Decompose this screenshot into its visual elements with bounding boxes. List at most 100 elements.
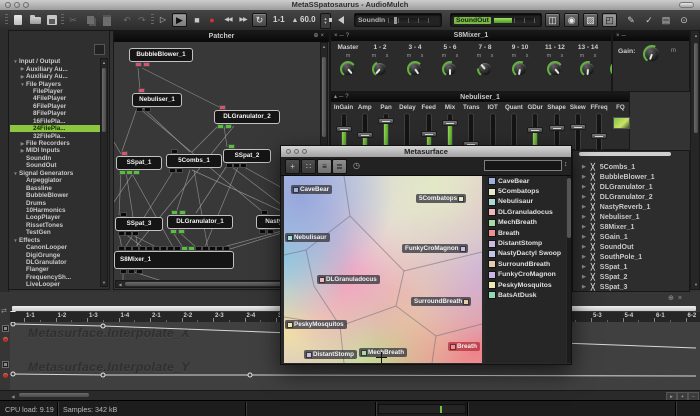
patcher-close-icon[interactable]: × [320,33,326,39]
patcher-node-SSpat_1[interactable]: SSpat_1 [116,156,162,170]
output-port[interactable] [137,108,142,111]
input-port[interactable] [154,247,159,250]
snapshot-list-item[interactable]: SurroundBreath [485,259,566,269]
lane-y-enable-checkbox[interactable] [2,361,9,368]
expand-icon[interactable]: ▶ [582,274,586,280]
list-top-scrollbar[interactable] [579,152,671,156]
gain-collapse-icon[interactable]: ─ [622,33,628,39]
snapshot-pill-DLGranuladocus[interactable]: DLGranuladocus [317,275,380,284]
collapse-icon[interactable]: ▼ [12,171,19,176]
list-view-button[interactable]: ≡ [317,159,332,174]
delete-icon[interactable]: ╳ [591,283,595,291]
automation-gear-icon[interactable]: ⊕ [668,295,678,302]
contraption-item-SoundOut[interactable]: ▶╳SoundOut [573,242,689,252]
play-button[interactable]: ▶ [172,13,187,27]
scroll-down-icon[interactable]: ▼ [693,281,699,288]
help-button[interactable]: ⊙ [677,13,691,27]
contraption-item-S8Mixer_1[interactable]: ▶╳S8Mixer_1 [573,222,689,232]
add-snapshot-button[interactable]: + [285,159,300,174]
expand-icon[interactable]: ▶ [582,234,586,240]
slider-handle[interactable] [442,120,458,126]
delete-icon[interactable]: ╳ [591,273,595,281]
patcher-node-5Combs_1[interactable]: 5Combs_1 [166,154,222,168]
swap-arrows-icon[interactable]: ⇄ [1,307,7,315]
delete-icon[interactable]: ╳ [591,233,595,241]
channel-knob[interactable] [442,61,458,77]
palette-item[interactable]: DigiGrunge [10,251,100,258]
delete-icon[interactable]: ╳ [591,163,595,171]
forward-button[interactable]: ▶▶ [236,13,250,27]
channel-knob[interactable] [512,61,528,77]
expand-icon[interactable]: ▶ [582,254,586,260]
output-port[interactable] [129,270,134,273]
loop-button[interactable]: ↻ [252,13,267,27]
contraption-item-DLGranulator_1[interactable]: ▶╳DLGranulator_1 [573,182,689,192]
expand-icon[interactable]: ▶ [582,164,586,170]
output-port[interactable] [144,63,149,66]
play-from-start-button[interactable]: ▷ [156,13,170,27]
palette-item[interactable]: FrequencySh... [10,274,100,281]
metasurface-view-button[interactable]: ▨ [583,13,598,27]
input-port[interactable] [172,211,177,214]
palette-item[interactable]: 4FilePlayer [10,95,100,102]
slider-handle[interactable] [357,132,373,138]
patcher-node-S8Mixer_1[interactable]: S8Mixer_1 [114,251,234,269]
delete-icon[interactable]: ╳ [591,243,595,251]
metasurface-pad[interactable]: CaveBear5CombatopsNebulisaurFunkyCroMagn… [284,176,482,363]
palette-item[interactable]: CanonLooper [10,244,100,251]
automation-scroll-thumb[interactable] [19,393,89,397]
tempo-display[interactable]: 60.0 [300,15,316,24]
speaker-button[interactable] [334,13,348,27]
cut-button[interactable]: ✂ [66,13,80,27]
slider-handle[interactable] [591,133,607,139]
patcher-node-Nebuliser_1[interactable]: Nebuliser_1 [132,93,182,107]
expand-icon[interactable]: ▶ [19,66,26,72]
patcher-view-button[interactable]: ◫ [545,13,560,27]
snapshot-list-item[interactable]: FunkyCroMagnon [485,270,566,280]
contraption-item-NastyReverb_1[interactable]: ▶╳NastyReverb_1 [573,202,689,212]
input-port[interactable] [175,247,180,250]
toolbar-grip[interactable] [61,14,64,26]
palette-item[interactable]: Flanger [10,266,100,273]
palette-item[interactable]: 16FilePla... [10,118,100,125]
palette-item[interactable]: Arpeggiator [10,177,100,184]
output-port[interactable] [127,171,132,174]
input-port[interactable] [220,106,225,109]
output-port[interactable] [145,108,150,111]
save-file-button[interactable] [45,13,59,27]
expand-icon[interactable]: ▶ [582,214,586,220]
output-port[interactable] [177,169,182,172]
palette-item[interactable]: Bassline [10,184,100,191]
snapshot-list-item[interactable]: DLGranuladocus [485,207,566,217]
snapshot-list-item[interactable]: DistantStomp [485,238,566,248]
input-port[interactable] [203,247,208,250]
input-port[interactable] [121,213,126,216]
delete-icon[interactable]: ╳ [591,193,595,201]
snapshot-list-item[interactable]: CaveBear [485,176,566,186]
duplicate-button[interactable]: ▤ [659,13,673,27]
automation-close-icon[interactable]: × [678,295,686,302]
input-port[interactable] [189,247,194,250]
slider-handle[interactable] [570,124,586,130]
input-port[interactable] [126,247,131,250]
output-port[interactable] [179,230,184,233]
snapshot-list-item[interactable]: MechBreath [485,218,566,228]
palette-item[interactable]: 6FilePlayer [10,103,100,110]
expand-icon[interactable]: ▶ [582,264,586,270]
collapse-icon[interactable]: ▼ [19,82,26,87]
snapshot-list-item[interactable]: 5Combatops [485,186,566,196]
grid-view-button[interactable]: ∷ [301,159,316,174]
channel-knob[interactable] [580,61,596,77]
record-button[interactable]: ● [205,13,219,27]
snapshot-search-input[interactable] [484,160,562,171]
rewind-button[interactable]: ◀◀ [221,13,235,27]
paste-button[interactable] [100,13,114,27]
undo-button[interactable]: ↶ [120,13,134,27]
toolbar-toggle-pill[interactable] [679,2,694,8]
delete-icon[interactable]: ╳ [591,203,595,211]
output-port[interactable] [226,125,231,128]
snapshot-list-item[interactable]: Breath [485,228,566,238]
snapshot-list-item[interactable]: BatsAtDusk [485,290,566,300]
palette-item[interactable]: BubbleBlower [10,192,100,199]
palette-item[interactable]: LiveLooper [10,281,100,287]
